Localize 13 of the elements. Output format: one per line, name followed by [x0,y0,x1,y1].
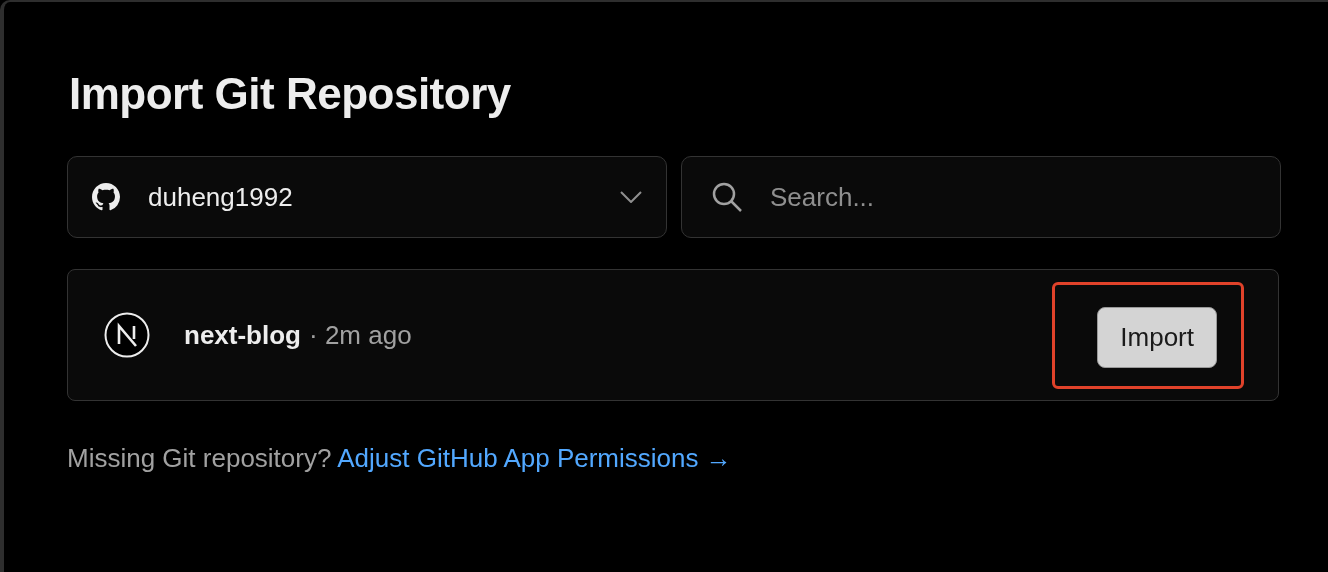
chevron-down-icon [620,191,642,203]
search-field[interactable]: Search... [681,156,1281,238]
framework-logo-icon [104,312,150,358]
account-dropdown[interactable]: duheng1992 [67,156,667,238]
missing-repo-text: Missing Git repository? [67,443,332,473]
permissions-link[interactable]: Adjust GitHub App Permissions → [337,443,732,473]
page-title: Import Git Repository [69,72,512,116]
github-icon [92,183,120,211]
account-name: duheng1992 [148,180,293,214]
updated-time: · 2m ago [309,318,412,352]
repository-name: next-blog [184,318,301,352]
import-button[interactable]: Import [1097,306,1217,368]
search-icon [711,181,743,213]
